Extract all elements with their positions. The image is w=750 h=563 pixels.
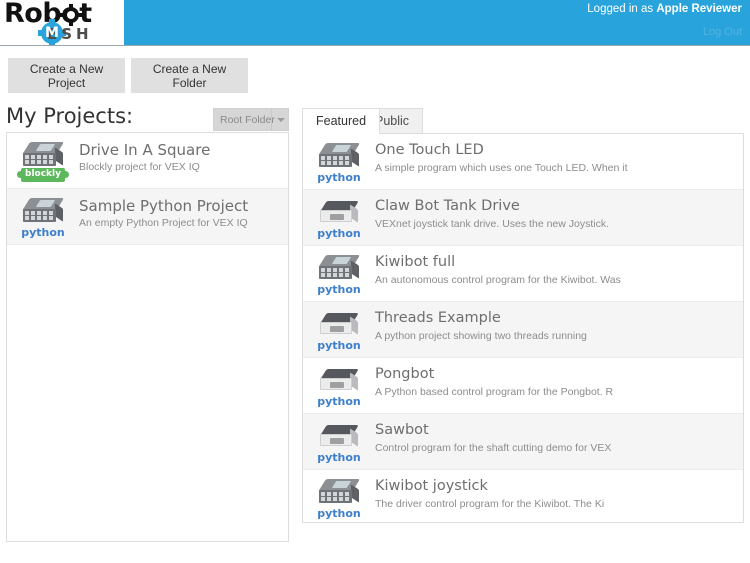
project-icon: python [315,421,363,465]
project-title: Sawbot [375,422,429,438]
gear-hole-icon [67,11,75,19]
create-new-project-button[interactable]: Create a New Project [8,58,125,93]
project-description: A Python based control program for the P… [375,386,614,398]
vexiq-brain-icon [317,255,361,283]
project-list-item[interactable]: python Kiwibot full An autonomous control … [303,246,743,302]
site-header: Robot M ESH Logged in as Apple Reviewer … [0,0,750,46]
project-icon: blockly [17,140,69,184]
project-list-item[interactable]: python One Touch LED A simple program whic… [303,134,743,190]
login-status: Logged in as Apple Reviewer [587,3,742,15]
project-icon: python [315,141,363,185]
project-list-item[interactable]: python Sample Python Project An empty Pyth… [7,189,288,245]
featured-projects-panel: python One Touch LED A simple program whic… [302,133,744,523]
project-list-item[interactable]: python Kiwibot joystick The driver control… [303,470,743,522]
cortex-icon [318,369,360,395]
python-badge: python [317,339,361,352]
folder-select-dropdown[interactable]: Root Folder [213,108,289,131]
python-badge: python [317,227,361,240]
project-title: Pongbot [375,366,435,382]
project-description: The driver control program for the Kiwib… [375,498,605,510]
python-badge: python [317,507,361,520]
vexiq-brain-icon [317,479,361,507]
vexiq-brain-icon [317,143,361,171]
project-icon: python [315,477,363,521]
project-list-item[interactable]: python Sawbot Control program for the shaf… [303,414,743,470]
project-description: A python project showing two threads run… [375,330,587,342]
project-list-item[interactable]: python Threads Example A python project sh… [303,302,743,358]
project-title: Threads Example [375,310,501,326]
project-list-item[interactable]: python Claw Bot Tank Drive VEXnet joystick… [303,190,743,246]
logo-letter-m: M [45,25,59,41]
python-badge: python [317,451,361,464]
project-title: Sample Python Project [79,197,249,215]
chevron-down-icon[interactable] [271,109,288,130]
my-projects-panel: blockly Drive In A Square Blockly project … [6,132,289,542]
python-badge: python [317,395,361,408]
cortex-icon [318,313,360,339]
tab-featured[interactable]: Featured [302,108,381,134]
project-description: Blockly project for VEX IQ [79,161,200,173]
project-title: One Touch LED [375,142,484,158]
project-title: Drive In A Square [79,141,211,159]
site-logo[interactable]: Robot M ESH [0,0,124,45]
project-icon: python [19,196,67,240]
cortex-icon [318,425,360,451]
blockly-badge: blockly [17,168,69,182]
action-toolbar: Create a New Project Create a New Folder [0,47,750,94]
project-list-item[interactable]: python Pongbot A Python based control prog… [303,358,743,414]
vexiq-brain-icon [21,198,65,226]
cortex-icon [318,201,360,227]
project-title: Claw Bot Tank Drive [375,198,520,214]
login-username: Apple Reviewer [656,3,742,15]
python-badge: python [317,283,361,296]
page-title: My Projects: [6,104,134,128]
vexiq-brain-icon [21,142,65,170]
project-description: Control program for the shaft cutting de… [375,442,612,454]
python-badge: python [317,171,361,184]
project-list-item[interactable]: blockly Drive In A Square Blockly project … [7,133,288,189]
project-title: Kiwibot full [375,254,456,270]
my-projects-list: blockly Drive In A Square Blockly project … [7,133,288,245]
create-new-folder-button[interactable]: Create a New Folder [131,58,248,93]
project-icon: python [315,365,363,409]
python-badge: python [21,226,65,239]
project-description: A simple program which uses one Touch LE… [375,162,628,174]
featured-projects-list: python One Touch LED A simple program whic… [303,134,743,522]
project-description: An autonomous control program for the Ki… [375,274,621,286]
project-description: An empty Python Project for VEX IQ [79,217,248,229]
logout-link[interactable]: Log Out [703,26,742,38]
project-icon: python [315,309,363,353]
project-icon: python [315,197,363,241]
folder-select-value: Root Folder [220,114,275,126]
project-icon: python [315,253,363,297]
project-description: VEXnet joystick tank drive. Uses the new… [375,218,610,230]
login-prefix-text: Logged in as [587,3,657,15]
project-title: Kiwibot joystick [375,478,488,494]
